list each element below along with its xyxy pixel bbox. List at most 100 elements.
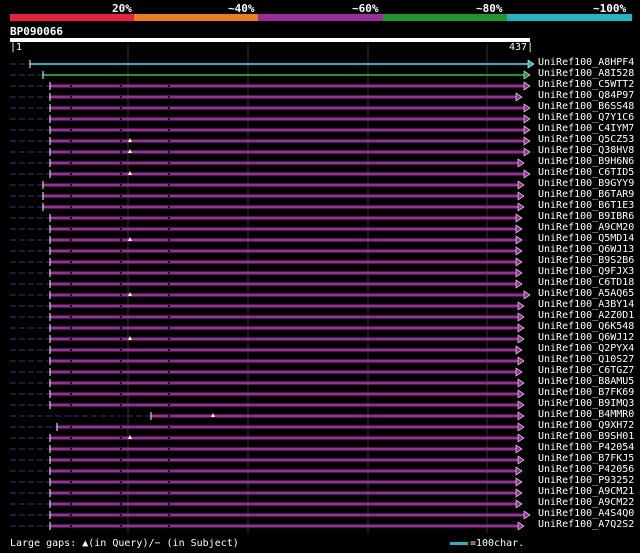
hit-label[interactable]: UniRef100_A8HPF4: [538, 57, 634, 68]
hit-label[interactable]: UniRef100_C6TGZ7: [538, 365, 634, 376]
gap-mark: [70, 239, 72, 241]
hit-label[interactable]: UniRef100_Q84P97: [538, 90, 634, 101]
hit-bar: [57, 425, 518, 429]
hit-end-arrow: [517, 334, 525, 344]
gap-mark: [168, 360, 170, 362]
hit-end-arrow: [517, 301, 525, 311]
gap-mark: [168, 294, 170, 296]
hit-label[interactable]: UniRef100_B9IMQ3: [538, 398, 634, 409]
gap-mark: [70, 327, 72, 329]
hit-label[interactable]: UniRef100_Q9FJX3: [538, 266, 634, 277]
gap-mark: [120, 228, 122, 230]
hit-end-arrow: [517, 433, 525, 443]
gap-mark: [70, 470, 72, 472]
hit-label[interactable]: UniRef100_C6TID5: [538, 167, 634, 178]
hit-bar: [50, 502, 516, 506]
hit-end-arrow: [515, 345, 523, 355]
gap-mark: [120, 217, 122, 219]
gap-mark: [168, 382, 170, 384]
hit-end-arrow: [515, 235, 523, 245]
hit-label[interactable]: UniRef100_B9IBR6: [538, 211, 634, 222]
hit-label[interactable]: UniRef100_B6T1E3: [538, 200, 634, 211]
hit-label[interactable]: UniRef100_B9H6N6: [538, 156, 634, 167]
hit-label[interactable]: UniRef100_Q6WJ13: [538, 244, 634, 255]
hit-label[interactable]: UniRef100_Q10S27: [538, 354, 634, 365]
hit-label[interactable]: UniRef100_C5WTT2: [538, 79, 634, 90]
hit-label[interactable]: UniRef100_B4MMR0: [538, 409, 634, 420]
gap-mark: [168, 514, 170, 516]
gap-mark: [168, 393, 170, 395]
hit-label[interactable]: UniRef100_A2Z0D1: [538, 310, 634, 321]
gap-mark: [168, 173, 170, 175]
hit-end-arrow: [517, 422, 525, 432]
gap-mark: [70, 382, 72, 384]
hit-end-arrow: [523, 70, 531, 80]
hit-label[interactable]: UniRef100_P93252: [538, 475, 634, 486]
gap-mark: [120, 129, 122, 131]
gap-mark: [168, 492, 170, 494]
hit-label[interactable]: UniRef100_B6TAR9: [538, 189, 634, 200]
gap-mark: [120, 140, 122, 142]
gap-mark: [168, 228, 170, 230]
gap-mark: [70, 96, 72, 98]
hit-end-arrow: [523, 169, 531, 179]
hit-label[interactable]: UniRef100_Q38HV8: [538, 145, 634, 156]
gap-mark: [120, 107, 122, 109]
gap-mark: [70, 393, 72, 395]
hit-end-arrow: [517, 400, 525, 410]
hit-label[interactable]: UniRef100_A9CM22: [538, 497, 634, 508]
hit-label[interactable]: UniRef100_Q5CZ53: [538, 134, 634, 145]
gap-mark: [120, 349, 122, 351]
hit-end-arrow: [517, 180, 525, 190]
gap-mark: [120, 96, 122, 98]
gap-mark: [168, 162, 170, 164]
hit-label[interactable]: UniRef100_A5AQ65: [538, 288, 634, 299]
hit-label[interactable]: UniRef100_A8I528: [538, 68, 634, 79]
hit-end-arrow: [515, 499, 523, 509]
hit-end-arrow: [515, 213, 523, 223]
hit-end-arrow: [523, 510, 531, 520]
hit-label[interactable]: UniRef100_P42056: [538, 464, 634, 475]
gap-mark: [168, 129, 170, 131]
hit-end-arrow: [515, 268, 523, 278]
hit-label[interactable]: UniRef100_B9S2B6: [538, 255, 634, 266]
gap-mark: [168, 283, 170, 285]
hit-label[interactable]: UniRef100_A4S4Q0: [538, 508, 634, 519]
hit-label[interactable]: UniRef100_A7Q2S2: [538, 519, 634, 530]
gap-mark: [70, 162, 72, 164]
hit-end-arrow: [517, 378, 525, 388]
hit-label[interactable]: UniRef100_A3BY14: [538, 299, 634, 310]
gap-mark: [168, 525, 170, 527]
hit-end-arrow: [517, 312, 525, 322]
hit-label[interactable]: UniRef100_P42054: [538, 442, 634, 453]
hit-end-arrow: [517, 455, 525, 465]
gap-mark: [120, 371, 122, 373]
gap-mark: [70, 338, 72, 340]
hit-label[interactable]: UniRef100_Q6K548: [538, 321, 634, 332]
hit-label[interactable]: UniRef100_Q2PYX4: [538, 343, 634, 354]
gap-mark: [168, 415, 170, 417]
hit-label[interactable]: UniRef100_B6SS48: [538, 101, 634, 112]
hit-label[interactable]: UniRef100_Q7Y1C6: [538, 112, 634, 123]
hit-label[interactable]: UniRef100_A9CM20: [538, 222, 634, 233]
hit-label[interactable]: UniRef100_C4IYM7: [538, 123, 634, 134]
hit-end-arrow: [515, 444, 523, 454]
gap-mark: [168, 327, 170, 329]
hit-bar: [43, 183, 518, 187]
gap-mark: [168, 426, 170, 428]
gap-mark: [70, 261, 72, 263]
hit-label[interactable]: UniRef100_B9SH01: [538, 431, 634, 442]
hit-label[interactable]: UniRef100_A9CM21: [538, 486, 634, 497]
gap-mark: [120, 492, 122, 494]
gap-mark: [168, 151, 170, 153]
hit-label[interactable]: UniRef100_Q9XH72: [538, 420, 634, 431]
hit-label[interactable]: UniRef100_B9GYY9: [538, 178, 634, 189]
hit-end-arrow: [515, 246, 523, 256]
gap-mark: [120, 195, 122, 197]
hit-label[interactable]: UniRef100_B7FKJ5: [538, 453, 634, 464]
hit-label[interactable]: UniRef100_B8AMU5: [538, 376, 634, 387]
hit-label[interactable]: UniRef100_Q5MD14: [538, 233, 634, 244]
hit-label[interactable]: UniRef100_Q6WJ12: [538, 332, 634, 343]
hit-label[interactable]: UniRef100_C6TD18: [538, 277, 634, 288]
hit-label[interactable]: UniRef100_B7FK69: [538, 387, 634, 398]
